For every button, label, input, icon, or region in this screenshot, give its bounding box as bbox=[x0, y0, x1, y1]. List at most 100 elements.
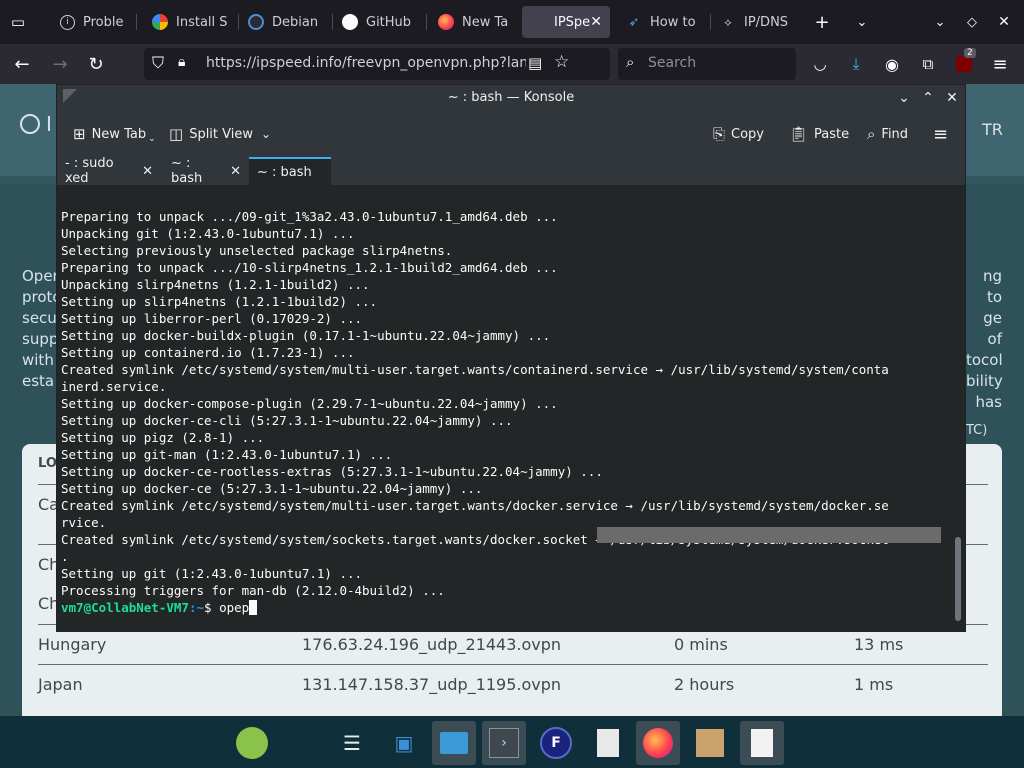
browser-tab-how-to[interactable]: ➶ How to bbox=[618, 6, 710, 38]
terminal-line: Created symlink /etc/systemd/system/mult… bbox=[61, 498, 889, 513]
terminal-lines: Preparing to unpack .../09-git_1%3a2.43.… bbox=[61, 191, 945, 631]
search-icon: ⌕ bbox=[626, 53, 635, 71]
site-logo-icon bbox=[20, 114, 40, 134]
table-row: Japan 131.147.158.37_udp_1195.ovpn 2 hou… bbox=[38, 664, 988, 703]
terminal-scrollbar[interactable] bbox=[953, 185, 965, 631]
downloads-icon[interactable]: ⤓ bbox=[844, 52, 868, 76]
close-tab-icon[interactable]: ✕ bbox=[590, 14, 602, 30]
terminal-line: Unpacking slirp4netns (1.2.1-1build2) ..… bbox=[61, 277, 370, 292]
extensions-icon[interactable]: ⧉ bbox=[916, 52, 940, 76]
country-cell: Japan bbox=[38, 674, 83, 694]
circle-i-icon: i bbox=[60, 14, 75, 30]
close-tab-icon[interactable]: ✕ bbox=[142, 164, 153, 179]
uptime-cell: 2 hours bbox=[674, 674, 735, 694]
browser-tab-github[interactable]: GitHub bbox=[334, 6, 422, 38]
list-tabs-chevron-icon[interactable]: ⌄ bbox=[850, 10, 874, 34]
browser-tab-new-tab[interactable]: New Ta bbox=[430, 6, 520, 38]
document-viewer-icon[interactable] bbox=[740, 721, 784, 765]
hamburger-menu-icon[interactable]: ≡ bbox=[988, 52, 1012, 76]
intro-paragraph-right: ng to ge of tocol bility has bbox=[966, 267, 1003, 411]
back-arrow-icon[interactable]: ← bbox=[10, 52, 34, 76]
konsole-minimize-icon[interactable]: ⌄ bbox=[895, 89, 913, 107]
forward-arrow-icon[interactable]: → bbox=[48, 52, 72, 76]
settings-sliders-icon[interactable]: ☰ bbox=[330, 721, 374, 765]
shield-icon[interactable]: ⛉ bbox=[152, 53, 164, 73]
prompt-user-host: vm7@CollabNet-VM7 bbox=[61, 600, 189, 615]
terminal-line: Setting up git-man (1:2.43.0-1ubuntu7.1)… bbox=[61, 447, 393, 462]
window-close-icon[interactable]: ✕ bbox=[992, 10, 1016, 34]
browser-tab-debian[interactable]: Debian bbox=[240, 6, 326, 38]
terminal-line: Setting up slirp4netns (1.2.1-1build2) .… bbox=[61, 294, 378, 309]
copy-button[interactable]: ⎘ Copy bbox=[713, 121, 764, 147]
lock-icon[interactable]: 🔒︎ bbox=[178, 54, 185, 70]
site-title-fragment: I bbox=[46, 112, 52, 136]
bookmark-star-icon[interactable]: ☆ bbox=[554, 52, 569, 72]
url-bar[interactable]: ⛉ 🔒︎ https://ipspeed.info/freevpn_openvp… bbox=[144, 48, 610, 80]
browser-tab-install[interactable]: Install S bbox=[144, 6, 236, 38]
split-view-button[interactable]: ◫ Split View ⌄ bbox=[169, 121, 271, 147]
reload-icon[interactable]: ↻ bbox=[84, 52, 108, 76]
browser-tab-ipdns[interactable]: ⟡ IP/DNS bbox=[712, 6, 804, 38]
terminal-icon[interactable]: › bbox=[482, 721, 526, 765]
reader-view-icon[interactable]: ▤ bbox=[528, 54, 542, 72]
konsole-close-icon[interactable]: ✕ bbox=[943, 89, 961, 107]
text-file-icon[interactable] bbox=[586, 721, 630, 765]
new-tab-icon: ⊞ bbox=[73, 125, 86, 143]
file-manager-icon[interactable] bbox=[432, 721, 476, 765]
bird-icon: ➶ bbox=[628, 14, 640, 30]
browser-tab-ipspeed[interactable]: IPSpe ✕ bbox=[522, 6, 610, 38]
konsole-maximize-icon[interactable]: ⌃ bbox=[919, 89, 937, 107]
close-tab-icon[interactable]: ✕ bbox=[230, 164, 241, 179]
terminal-line: Setting up containerd.io (1.7.23-1) ... bbox=[61, 345, 355, 360]
split-view-icon: ◫ bbox=[169, 125, 184, 143]
search-icon: ⌕ bbox=[867, 125, 876, 143]
konsole-tab-bash-1[interactable]: ~ : bash ✕ bbox=[163, 156, 249, 186]
konsole-toolbar: ⊞ New Tab ⌄ ◫ Split View ⌄ ⎘ Copy 📋︎ Pas… bbox=[57, 113, 965, 155]
terminal-line: Setting up docker-ce-cli (5:27.3.1-1~ubu… bbox=[61, 413, 513, 428]
account-icon[interactable]: ◉ bbox=[880, 52, 904, 76]
terminal-line: Setting up docker-compose-plugin (2.29.7… bbox=[61, 396, 558, 411]
terminal-line: Setting up docker-ce (5:27.3.1-1~ubuntu.… bbox=[61, 481, 483, 496]
konsole-tab-bash-2[interactable]: ~ : bash bbox=[249, 157, 331, 185]
firefox-icon bbox=[438, 14, 454, 30]
search-bar[interactable]: ⌕ Search bbox=[618, 48, 796, 80]
scrollbar-thumb[interactable] bbox=[955, 537, 961, 621]
ovpn-file-link[interactable]: 131.147.158.37_udp_1195.ovpn bbox=[302, 675, 561, 694]
debian-icon bbox=[248, 14, 264, 30]
konsole-tab-sudo-xed[interactable]: - : sudo xed ✕ bbox=[57, 156, 161, 186]
software-store-icon[interactable]: ▣ bbox=[382, 721, 426, 765]
taskbar-panel: ☰ ▣ › F bbox=[0, 716, 1024, 768]
new-tab-plus-icon[interactable]: + bbox=[810, 10, 834, 34]
konsole-window: ~ : bash — Konsole ⌄ ⌃ ✕ ⊞ New Tab ⌄ ◫ S… bbox=[56, 84, 966, 632]
new-tab-button[interactable]: ⊞ New Tab ⌄ bbox=[73, 121, 156, 147]
terminal-line: Setting up docker-buildx-plugin (0.17.1-… bbox=[61, 328, 551, 343]
terminal-output[interactable]: Preparing to unpack .../09-git_1%3a2.43.… bbox=[57, 185, 965, 631]
konsole-app-icon[interactable] bbox=[63, 89, 77, 103]
konsole-tab-bar: - : sudo xed ✕ ~ : bash ✕ ~ : bash bbox=[57, 156, 965, 186]
konsole-titlebar[interactable]: ~ : bash — Konsole ⌄ ⌃ ✕ bbox=[57, 85, 965, 113]
terminal-line: Unpacking git (1:2.43.0-1ubuntu7.1) ... bbox=[61, 226, 355, 241]
ipspeed-icon bbox=[530, 14, 546, 30]
language-switch-tr[interactable]: TR bbox=[982, 120, 1003, 139]
hamburger-menu-icon[interactable]: ≡ bbox=[933, 121, 948, 147]
terminal-line: Processing triggers for man-db (2.12.0-4… bbox=[61, 583, 445, 598]
paste-button[interactable]: 📋︎ Paste bbox=[789, 121, 849, 147]
archive-manager-icon[interactable] bbox=[688, 721, 732, 765]
prompt-path: :~ bbox=[188, 600, 204, 615]
dropdown-arrow-icon: ⌄ bbox=[148, 134, 156, 144]
window-maximize-icon[interactable]: ◇ bbox=[960, 10, 984, 34]
browser-tab-problems[interactable]: i Probler bbox=[52, 6, 132, 38]
ublock-icon[interactable]: 2 bbox=[952, 48, 976, 76]
pocket-icon[interactable]: ◡ bbox=[808, 52, 832, 76]
mint-menu-icon[interactable] bbox=[230, 721, 274, 765]
tab-groups-icon[interactable]: ▭ bbox=[6, 10, 30, 34]
firefox-icon[interactable] bbox=[636, 721, 680, 765]
fdm-icon[interactable]: F bbox=[534, 721, 578, 765]
terminal-prompt-line[interactable]: vm7@CollabNet-VM7:~$ opep bbox=[61, 599, 945, 616]
command-input: opep bbox=[219, 600, 250, 615]
ovpn-file-link[interactable]: 176.63.24.196_udp_21443.ovpn bbox=[302, 635, 561, 654]
url-text[interactable]: https://ipspeed.info/freevpn_openvpn.php… bbox=[206, 55, 526, 71]
ping-cell: 13 ms bbox=[854, 634, 904, 654]
window-minimize-icon[interactable]: ⌄ bbox=[928, 10, 952, 34]
find-button[interactable]: ⌕ Find bbox=[867, 121, 908, 147]
